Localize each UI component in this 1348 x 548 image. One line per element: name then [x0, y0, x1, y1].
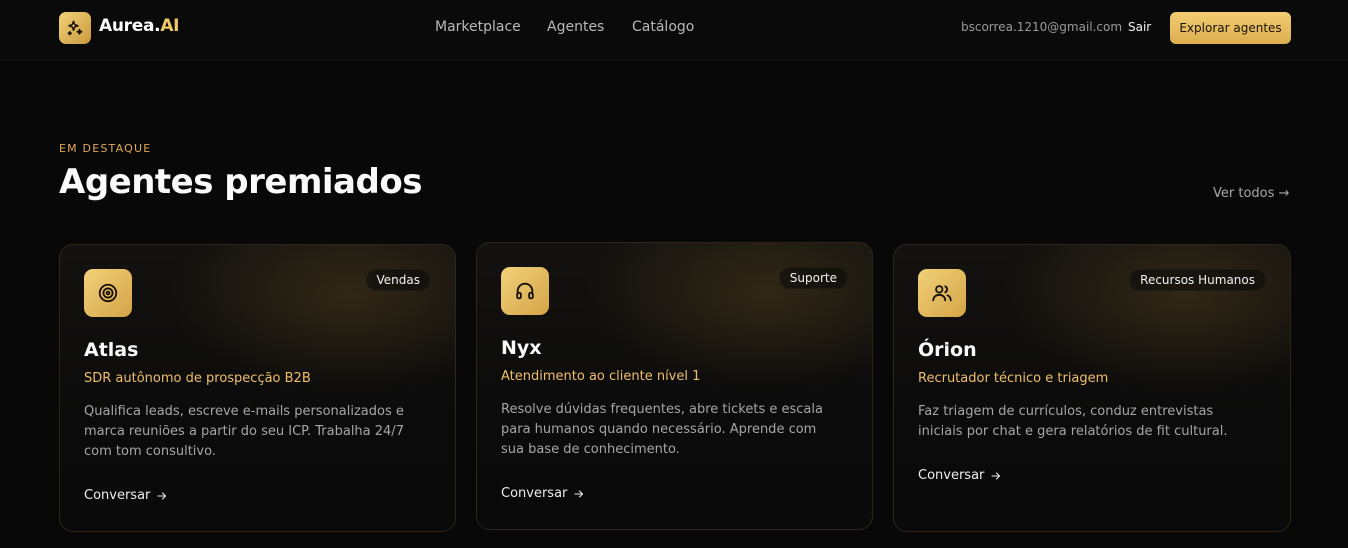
agent-description: Faz triagem de currículos, conduz entrev…	[918, 404, 1228, 439]
arrow-right-icon	[157, 491, 167, 500]
users-icon	[932, 285, 952, 302]
section-title: Agentes premiados	[59, 162, 422, 202]
agent-icon-box	[501, 267, 549, 315]
category-badge: Vendas	[365, 269, 431, 291]
top-nav: Aurea.AI Marketplace Agentes Catálogo bs…	[0, 0, 1348, 61]
target-icon	[98, 283, 118, 303]
arrow-right-icon	[991, 471, 1001, 480]
section-eyebrow: EM DESTAQUE	[59, 142, 152, 155]
chat-button-label: Conversar	[918, 468, 985, 483]
sparkle-icon	[67, 20, 83, 36]
nav-link-marketplace[interactable]: Marketplace	[435, 19, 521, 35]
agent-name: Nyx	[501, 337, 542, 359]
chat-button-label: Conversar	[84, 488, 151, 503]
chat-button-label: Conversar	[501, 486, 568, 501]
agent-icon-box	[84, 269, 132, 317]
logo-mark[interactable]	[59, 12, 91, 44]
agent-name: Atlas	[84, 339, 139, 361]
chat-button[interactable]: Conversar	[501, 486, 585, 501]
agent-card-orion[interactable]: Recursos Humanos Órion Recrutador técnic…	[893, 244, 1291, 532]
user-email: bscorrea.1210@gmail.com	[961, 20, 1123, 34]
logout-link[interactable]: Sair	[1128, 20, 1151, 34]
agent-description: Resolve dúvidas frequentes, abre tickets…	[501, 402, 823, 457]
nav-link-agentes[interactable]: Agentes	[547, 19, 604, 35]
chat-button[interactable]: Conversar	[84, 488, 168, 503]
chat-button[interactable]: Conversar	[918, 468, 1002, 483]
agent-subtitle: SDR autônomo de prospecção B2B	[84, 371, 311, 386]
brand-name[interactable]: Aurea.AI	[99, 16, 180, 36]
arrow-right-icon	[574, 489, 584, 498]
category-badge: Recursos Humanos	[1129, 269, 1266, 291]
agent-subtitle: Atendimento ao cliente nível 1	[501, 369, 701, 384]
headphones-icon	[516, 282, 534, 300]
agent-name: Órion	[918, 339, 977, 361]
brand-name-main: Aurea.	[99, 16, 161, 36]
brand-name-accent: AI	[160, 16, 180, 36]
agent-card-nyx[interactable]: Suporte Nyx Atendimento ao cliente nível…	[476, 242, 873, 530]
agent-description: Qualifica leads, escreve e-mails persona…	[84, 404, 404, 459]
nav-link-catalogo[interactable]: Catálogo	[632, 19, 694, 35]
agent-subtitle: Recrutador técnico e triagem	[918, 371, 1109, 386]
agent-icon-box	[918, 269, 966, 317]
agent-card-atlas[interactable]: Vendas Atlas SDR autônomo de prospecção …	[59, 244, 456, 532]
explore-agents-button[interactable]: Explorar agentes	[1170, 12, 1291, 44]
view-all-link[interactable]: Ver todos →	[1213, 186, 1289, 201]
category-badge: Suporte	[778, 267, 848, 289]
